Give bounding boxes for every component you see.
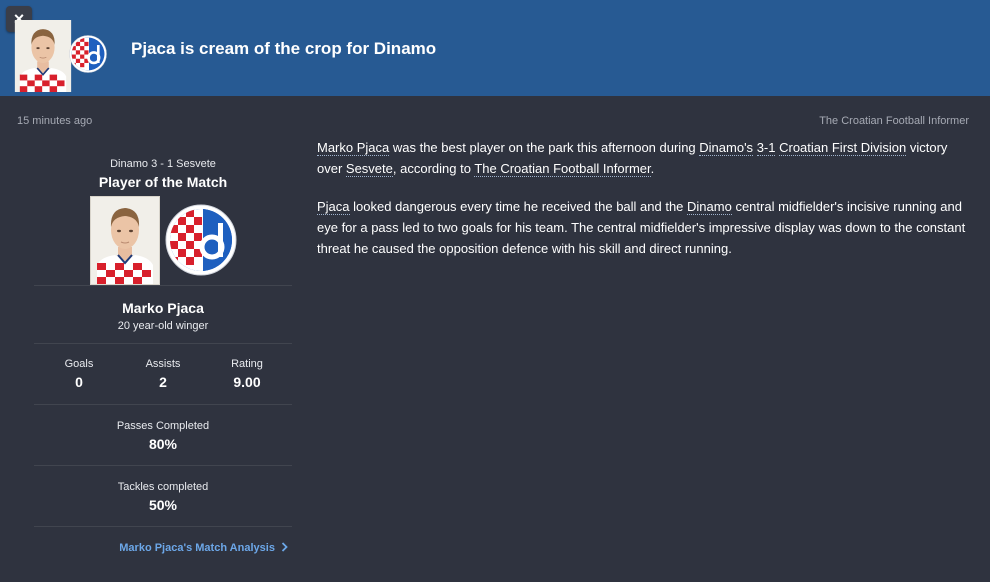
stat-label: Assists	[145, 358, 181, 370]
match-analysis-label: Marko Pjaca's Match Analysis	[119, 542, 275, 554]
player-photo[interactable]	[91, 197, 159, 284]
chevron-right-icon	[281, 542, 288, 552]
match-score[interactable]: Dinamo 3 - 1 Sesvete	[34, 158, 292, 170]
player-link[interactable]: Pjaca	[317, 199, 350, 215]
match-analysis-link[interactable]: Marko Pjaca's Match Analysis	[34, 542, 292, 554]
player-of-the-match-panel: Dinamo 3 - 1 Sesvete Player of the Match…	[34, 155, 292, 554]
club-link[interactable]: Dinamo	[687, 199, 732, 215]
player-description: 20 year-old winger	[117, 320, 209, 332]
club-crest-small	[69, 31, 107, 77]
stat-value: 9.00	[233, 374, 261, 390]
opponent-link[interactable]: Sesvete	[345, 161, 393, 177]
match-link[interactable]: 3-1	[756, 140, 776, 156]
source-link[interactable]: The Croatian Football Informer	[474, 161, 651, 177]
news-article: Marko Pjaca was the best player on the p…	[317, 137, 967, 276]
player-name[interactable]: Marko Pjaca	[34, 300, 292, 316]
stat-goals: Goals 0	[37, 358, 121, 390]
stat-label: Tackles completed	[117, 481, 209, 493]
player-link[interactable]: Marko Pjaca	[317, 140, 390, 156]
divider	[34, 343, 292, 344]
article-paragraph: Pjaca looked dangerous every time he rec…	[317, 199, 966, 256]
stat-value: 80%	[148, 436, 178, 452]
stat-value: 2	[159, 374, 167, 390]
news-timestamp: 15 minutes ago	[17, 115, 93, 127]
article-paragraph: Marko Pjaca was the best player on the p…	[317, 140, 948, 177]
divider	[34, 526, 292, 527]
stat-passes: Passes Completed 80%	[34, 420, 292, 452]
stat-value: 0	[75, 374, 83, 390]
stat-value: 50%	[148, 497, 178, 513]
divider	[34, 285, 292, 286]
club-crest[interactable]	[165, 203, 237, 277]
club-link[interactable]: Dinamo's	[699, 140, 754, 156]
divider	[34, 404, 292, 405]
stat-tackles: Tackles completed 50%	[34, 481, 292, 513]
divider	[34, 465, 292, 466]
match-stats-row: Goals 0 Assists 2 Rating 9.00	[34, 358, 292, 390]
stat-rating: Rating 9.00	[205, 358, 289, 390]
news-source[interactable]: The Croatian Football Informer	[819, 115, 969, 127]
news-header: × Pjaca is cream of the crop for Dinamo	[0, 0, 990, 96]
player-photo-small	[14, 20, 72, 92]
news-headline: Pjaca is cream of the crop for Dinamo	[131, 39, 437, 58]
stat-assists: Assists 2	[121, 358, 205, 390]
stat-label: Goals	[64, 358, 94, 370]
potm-title: Player of the Match	[98, 174, 228, 190]
competition-link[interactable]: Croatian First Division	[779, 140, 907, 156]
stat-label: Rating	[231, 358, 263, 370]
stat-label: Passes Completed	[116, 420, 210, 432]
potm-portraits	[34, 197, 292, 285]
